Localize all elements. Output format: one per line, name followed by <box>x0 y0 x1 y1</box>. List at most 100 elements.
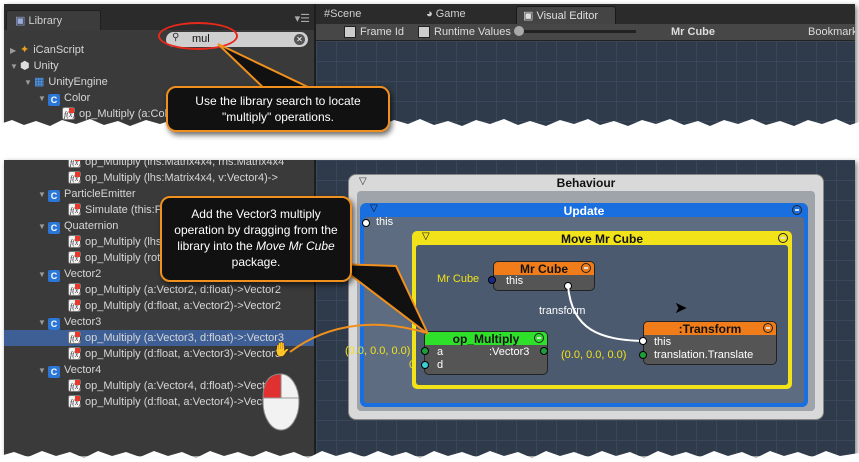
expanded-arrow-icon[interactable]: ▼ <box>38 267 48 282</box>
op-multiply-out-port[interactable] <box>540 347 548 355</box>
frame-id-checkbox[interactable] <box>344 26 356 38</box>
expanded-arrow-icon[interactable]: ▼ <box>38 363 48 378</box>
function-icon: f(x) <box>68 395 81 408</box>
search-tip-text: Use the library search to locate "multip… <box>195 94 361 124</box>
mr-cube-in-port[interactable] <box>488 276 496 284</box>
function-icon: f(x) <box>68 283 81 296</box>
library-tabbar: ▣ Library ▾☰ <box>4 4 314 30</box>
torn-edge-bottom <box>0 451 859 462</box>
tree-row-label: iCanScript <box>33 44 84 56</box>
editor-title: Mr Cube <box>671 26 715 38</box>
transform-edge-label: transform <box>539 305 586 317</box>
function-icon: f(x) <box>68 235 81 248</box>
drag-tip-callout: Add the Vector3 multiply operation by dr… <box>160 196 352 282</box>
op-multiply-a-label: a <box>437 346 444 358</box>
tree-row-label: Vector3 <box>64 316 102 328</box>
mr-cube-node[interactable]: Mr Cube this <box>493 261 595 291</box>
mr-cube-out-port[interactable] <box>564 282 572 290</box>
function-icon: f(x) <box>68 203 81 216</box>
function-icon: f(x) <box>68 299 81 312</box>
op-multiply-a-port[interactable] <box>421 347 429 355</box>
transform-title: :Transform <box>678 322 742 336</box>
tab-game[interactable]: ◕ Game <box>426 8 466 20</box>
pacman-icon: ◕ <box>426 8 436 20</box>
zoom-slider[interactable] <box>514 26 636 36</box>
update-this-port[interactable] <box>362 219 370 227</box>
top-screenshot: ▣ Library ▾☰ ⚲ mul ✕ ▶ ✦ iCanScript ▼ ⬢ Unity… <box>4 4 855 126</box>
transform-translate-port[interactable] <box>639 351 647 359</box>
tree-row-label: Quaternion <box>64 220 119 232</box>
function-icon: f(x) <box>68 331 81 344</box>
function-icon: f(x) <box>68 171 81 184</box>
runtime-values-checkbox[interactable] <box>418 26 430 38</box>
icanscript-icon: ✦ <box>20 44 30 56</box>
drag-tip-text-2: package. <box>231 255 281 269</box>
class-icon: C <box>48 190 60 202</box>
tree-row-label: op_Multiply (a:Vector4, d:float)->Vector… <box>85 380 281 392</box>
tree-row-label: Vector2 <box>64 268 102 280</box>
transform-this-label: this <box>654 336 672 348</box>
expanded-arrow-icon[interactable]: ▼ <box>38 91 48 106</box>
tree-row-label: Vector4 <box>64 364 102 376</box>
drag-tip-italic: Move Mr Cube <box>256 239 335 253</box>
tab-library[interactable]: ▣ Library <box>6 10 101 30</box>
op-multiply-d-port[interactable] <box>421 361 429 369</box>
package-title: Move Mr Cube <box>560 232 643 246</box>
op-multiply-out-label: :Vector3 <box>489 346 530 358</box>
runtime-values-label: Runtime Values <box>434 26 511 38</box>
op-multiply-d-value: 0 <box>409 359 416 371</box>
arrow-cursor-icon: ➤ <box>674 300 688 317</box>
tree-row-label: Unity <box>33 60 59 72</box>
transform-minimize-icon[interactable] <box>763 323 773 333</box>
op-multiply-d-label: d <box>437 359 444 371</box>
op-multiply-minimize-icon[interactable] <box>534 333 544 343</box>
update-this-label: this <box>376 216 394 228</box>
editor-toolbar: Frame Id Runtime Values Mr Cube Bookmark <box>316 24 855 41</box>
update-title: Update <box>563 204 605 218</box>
tab-scene[interactable]: #Scene <box>324 8 361 20</box>
collapsed-arrow-icon[interactable]: ▶ <box>10 43 20 58</box>
update-minimize-icon[interactable] <box>792 205 802 215</box>
expanded-arrow-icon[interactable]: ▼ <box>10 59 20 74</box>
mr-cube-this-label: this <box>506 275 524 287</box>
transform-this-port[interactable] <box>639 337 647 345</box>
tree-row-label: op_Multiply (d:float, a:Vector2)->Vector… <box>85 300 281 312</box>
class-icon: C <box>48 94 60 106</box>
expanded-arrow-icon[interactable]: ▼ <box>38 219 48 234</box>
tree-row-label: Color <box>64 92 91 104</box>
transform-node[interactable]: :Transform this translation.Translate <box>643 321 777 365</box>
tree-row-label: op_Multiply (d:float, a:Vector4)->Vector… <box>85 396 281 408</box>
package-minimize-icon[interactable] <box>778 233 788 243</box>
unity-icon: ⬢ <box>20 60 30 72</box>
behaviour-title: Behaviour <box>556 176 616 190</box>
tree-row-label: op_Multiply (a:Vector2, d:float)->Vector… <box>85 284 281 296</box>
tab-visual-editor[interactable]: ▣ Visual Editor <box>516 6 616 24</box>
tree-row-label: ParticleEmitter <box>64 188 136 200</box>
mouse-icon <box>262 373 300 431</box>
function-icon: f(x) <box>68 160 81 168</box>
bookmarks-button[interactable]: Bookmark <box>808 26 855 38</box>
frame-id-label: Frame Id <box>360 26 405 38</box>
expanded-arrow-icon[interactable]: ▼ <box>38 187 48 202</box>
tree-row-label: op_Multiply (a:Vector3, d:float)->:Vecto… <box>85 332 285 344</box>
function-icon: f(x) <box>68 251 81 264</box>
list-menu-icon[interactable]: ▾☰ <box>295 12 310 25</box>
cube-icon: ▦ <box>34 76 45 88</box>
class-icon: C <box>48 318 60 330</box>
tree-row-label: op_Multiply (lhs:Matrix4x4, v:Vector4)-> <box>85 172 278 184</box>
ice-icon: ▣ <box>523 10 537 22</box>
zoom-slider-handle[interactable] <box>514 26 524 36</box>
mr-cube-minimize-icon[interactable] <box>581 263 591 273</box>
expanded-arrow-icon[interactable]: ▼ <box>24 75 34 90</box>
expanded-arrow-icon[interactable]: ▼ <box>38 315 48 330</box>
tree-row-label: UnityEngine <box>48 76 108 88</box>
library-tab-label: Library <box>28 15 63 27</box>
op-multiply-a-value: (0.0, 0.0, 0.0) <box>345 345 411 357</box>
class-icon: C <box>48 366 60 378</box>
hand-cursor-icon: ✋ <box>273 341 291 357</box>
class-icon: C <box>48 222 60 234</box>
function-icon: f(x) <box>68 347 81 360</box>
tree-row-label: op_Multiply (lhs:Matrix4x4, rhs:Matrix4x… <box>85 160 285 168</box>
mr-cube-title: Mr Cube <box>520 262 568 276</box>
editor-canvas-top <box>316 41 855 126</box>
